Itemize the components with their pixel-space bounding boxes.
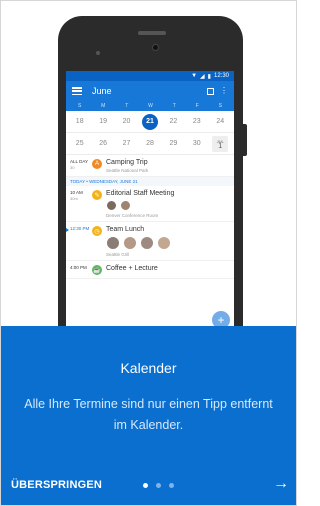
page-dot xyxy=(156,483,161,488)
attendee-avatars xyxy=(106,200,230,211)
event-title: Team Lunch xyxy=(106,226,145,233)
attendee-avatars xyxy=(106,236,230,250)
page-indicator xyxy=(143,483,174,488)
calendar-day: 23 xyxy=(192,118,201,125)
calendar-day: 26 xyxy=(99,140,108,147)
event-location: Denver Conference Room xyxy=(106,213,159,218)
today-section-header: TODAY • WEDNESDAY, JUNE 21 xyxy=(66,177,234,186)
onboarding-panel: Kalender Alle Ihre Termine sind nur eine… xyxy=(1,326,296,505)
weekday-label: W xyxy=(148,103,153,109)
coffee-category-icon: ☕ xyxy=(92,265,102,275)
calendar-week-row: 18 19 20 21 22 23 24 xyxy=(66,111,234,133)
avatar xyxy=(140,236,154,250)
battery-icon: ▮ xyxy=(207,73,211,80)
avatar xyxy=(106,236,120,250)
calendar-day: 20 xyxy=(122,118,131,125)
wifi-icon: ▼ xyxy=(191,73,198,79)
weekday-label: T xyxy=(172,103,176,109)
phone-mockup: ▼ ◢ ▮ 12:30 June ⋮ S M T W T F S 18 19 2… xyxy=(58,16,247,346)
calendar-day: 28 xyxy=(146,140,154,147)
phone-speaker xyxy=(138,31,166,35)
calendar-day-next-month: JUL 1 xyxy=(212,135,229,152)
calendar-app-bar: June ⋮ xyxy=(66,81,234,101)
avatar xyxy=(123,236,137,250)
onboarding-description: Alle Ihre Termine sind nur einen Tipp en… xyxy=(24,397,273,432)
calendar-day-today: 21 xyxy=(141,113,158,130)
weekday-label: F xyxy=(195,103,199,109)
meeting-duration: 30m xyxy=(70,196,78,201)
event-location: Seattle Grill xyxy=(106,252,130,257)
event-body: Coffee + Lecture xyxy=(106,265,230,272)
calendar-day: 22 xyxy=(169,118,178,125)
event-body: Team Lunch Seattle Grill xyxy=(106,226,230,257)
status-time: 12:30 xyxy=(213,73,229,79)
event-location: Seattle National Park xyxy=(106,168,149,173)
coffee-time: 4:00 PM xyxy=(70,265,87,270)
hamburger-menu-icon xyxy=(72,87,82,95)
allday-label: ALL DAY xyxy=(70,159,89,164)
phone-camera xyxy=(152,44,159,51)
month-title: June xyxy=(92,86,112,96)
skip-button[interactable]: ÜBERSPRINGEN xyxy=(11,479,102,491)
calendar-day: 19 xyxy=(99,118,108,125)
meeting-time: 10 AM xyxy=(70,190,83,195)
event-body: Editorial Staff Meeting Denver Conferenc… xyxy=(106,190,230,218)
onboarding-title: Kalender xyxy=(120,360,177,376)
event-body: Camping Trip Seattle National Park xyxy=(106,159,230,173)
phone-screen: ▼ ◢ ▮ 12:30 June ⋮ S M T W T F S 18 19 2… xyxy=(66,71,234,346)
event-meeting: 10 AM 30m ✎ Editorial Staff Meeting Denv… xyxy=(66,186,234,222)
phone-sensor xyxy=(96,51,100,55)
calendar-view-icon xyxy=(207,87,214,95)
weekday-label: S xyxy=(77,103,82,109)
meeting-category-icon: ✎ xyxy=(92,190,102,200)
lunch-time: 12:30 PM xyxy=(70,226,90,231)
calendar-day: 30 xyxy=(192,140,201,147)
next-arrow-button[interactable]: → xyxy=(273,475,289,493)
calendar-day: 24 xyxy=(216,118,225,125)
lunch-category-icon: ◷ xyxy=(92,226,102,236)
avatar xyxy=(106,200,117,211)
event-allday: ALL DAY 30 A Camping Trip Seattle Nation… xyxy=(66,155,234,177)
allday-sub: 30 xyxy=(70,165,75,170)
avatar xyxy=(157,236,171,250)
weekday-label: M xyxy=(101,103,106,109)
page-dot xyxy=(169,483,174,488)
weekday-label: S xyxy=(218,103,222,109)
phone-side-button xyxy=(243,124,247,156)
event-title: Coffee + Lecture xyxy=(106,265,158,272)
now-indicator-icon xyxy=(66,228,70,232)
signal-icon: ◢ xyxy=(200,73,205,80)
avatar xyxy=(120,200,131,211)
event-time: 10 AM 30m xyxy=(70,190,92,202)
event-lunch: 12:30 PM ◷ Team Lunch Seattle Grill xyxy=(66,222,234,261)
onboarding-screen: ▼ ◢ ▮ 12:30 June ⋮ S M T W T F S 18 19 2… xyxy=(0,0,297,506)
next-month-day: 1 xyxy=(218,142,223,150)
event-time: 4:00 PM xyxy=(70,265,92,271)
event-time: ALL DAY 30 xyxy=(70,159,92,171)
calendar-day: 29 xyxy=(169,140,178,147)
camping-category-icon: A xyxy=(92,159,102,169)
weekday-header: S M T W T F S xyxy=(66,101,234,111)
page-dot-active xyxy=(143,483,148,488)
event-time: 12:30 PM xyxy=(70,226,92,232)
status-bar: ▼ ◢ ▮ 12:30 xyxy=(66,71,234,81)
event-coffee: 4:00 PM ☕ Coffee + Lecture xyxy=(66,261,234,279)
event-title: Camping Trip xyxy=(106,159,148,166)
weekday-label: T xyxy=(125,103,129,109)
calendar-week-row: 25 26 27 28 29 30 JUL 1 xyxy=(66,133,234,155)
calendar-day: 25 xyxy=(75,140,84,147)
more-options-icon: ⋮ xyxy=(220,86,228,95)
calendar-day: 27 xyxy=(122,140,131,147)
event-title: Editorial Staff Meeting xyxy=(106,190,175,197)
calendar-day: 18 xyxy=(75,118,84,125)
